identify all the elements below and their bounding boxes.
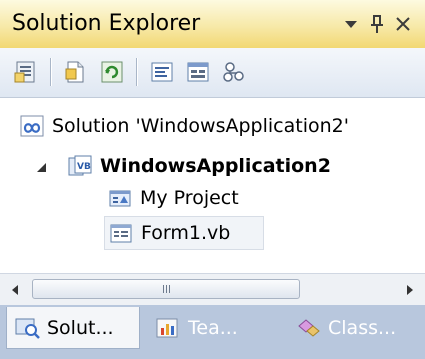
arrow-left-icon [12,284,18,295]
form1-label: Form1.vb [141,222,231,244]
svg-text:VB: VB [77,162,91,172]
tree-node-project[interactable]: VB WindowsApplication2 [68,149,331,183]
tree-node-my-project[interactable]: My Project [108,181,239,215]
explorer-toolbar [0,48,425,98]
vb-project-icon: VB [68,155,92,176]
tab-class-view-label: Class... [328,317,397,339]
solution-explorer-icon [15,318,40,339]
properties-button[interactable] [10,56,42,88]
arrow-right-icon [407,284,413,295]
title-bar[interactable]: Solution Explorer [0,0,425,48]
project-expander[interactable] [33,159,49,175]
close-button[interactable] [390,9,416,39]
solution-icon [20,115,44,137]
tree-node-form1[interactable]: Form1.vb [104,216,264,250]
scroll-right-button[interactable] [395,274,425,305]
tab-team-explorer[interactable]: Tea... [148,307,272,349]
my-project-icon [109,190,131,207]
show-all-files-icon [65,61,84,83]
show-all-files-button[interactable] [60,56,92,88]
view-class-diagram-button[interactable] [218,56,250,88]
tab-class-view[interactable]: Class... [288,307,422,349]
my-project-label: My Project [140,187,239,209]
close-icon [396,17,410,31]
window-position-dropdown-button[interactable] [338,9,364,39]
refresh-icon [101,61,123,83]
expanded-triangle-icon [37,163,46,172]
team-explorer-icon [156,318,178,338]
triangle-down-icon [345,21,357,28]
solution-tree[interactable]: Solution 'WindowsApplication2' VB Window… [0,98,425,273]
class-view-icon [298,319,320,337]
solution-label: Solution 'WindowsApplication2' [52,115,349,137]
solution-explorer-panel: Solution Explorer Solution 'WindowsAppli… [0,0,425,359]
scroll-left-button[interactable] [0,274,30,305]
tool-window-tabstrip: Solut... Tea... Class... [0,305,425,359]
tab-solution-explorer-label: Solut... [47,316,114,339]
class-diagram-icon [223,62,244,82]
grip-icon [162,285,170,293]
scroll-thumb[interactable] [32,279,300,299]
properties-icon [14,61,35,83]
view-code-button[interactable] [146,56,178,88]
horizontal-scrollbar[interactable] [0,273,425,305]
refresh-button[interactable] [96,56,128,88]
tab-team-explorer-label: Tea... [188,317,238,339]
vb-form-icon [110,224,132,243]
view-designer-button[interactable] [182,56,214,88]
project-label: WindowsApplication2 [100,155,331,177]
panel-title: Solution Explorer [12,11,201,36]
pin-icon [371,15,383,33]
tab-solution-explorer[interactable]: Solut... [6,307,140,349]
tree-node-solution[interactable]: Solution 'WindowsApplication2' [20,109,349,143]
view-designer-icon [187,62,209,82]
view-code-icon [151,62,173,82]
auto-hide-pin-button[interactable] [364,9,390,39]
